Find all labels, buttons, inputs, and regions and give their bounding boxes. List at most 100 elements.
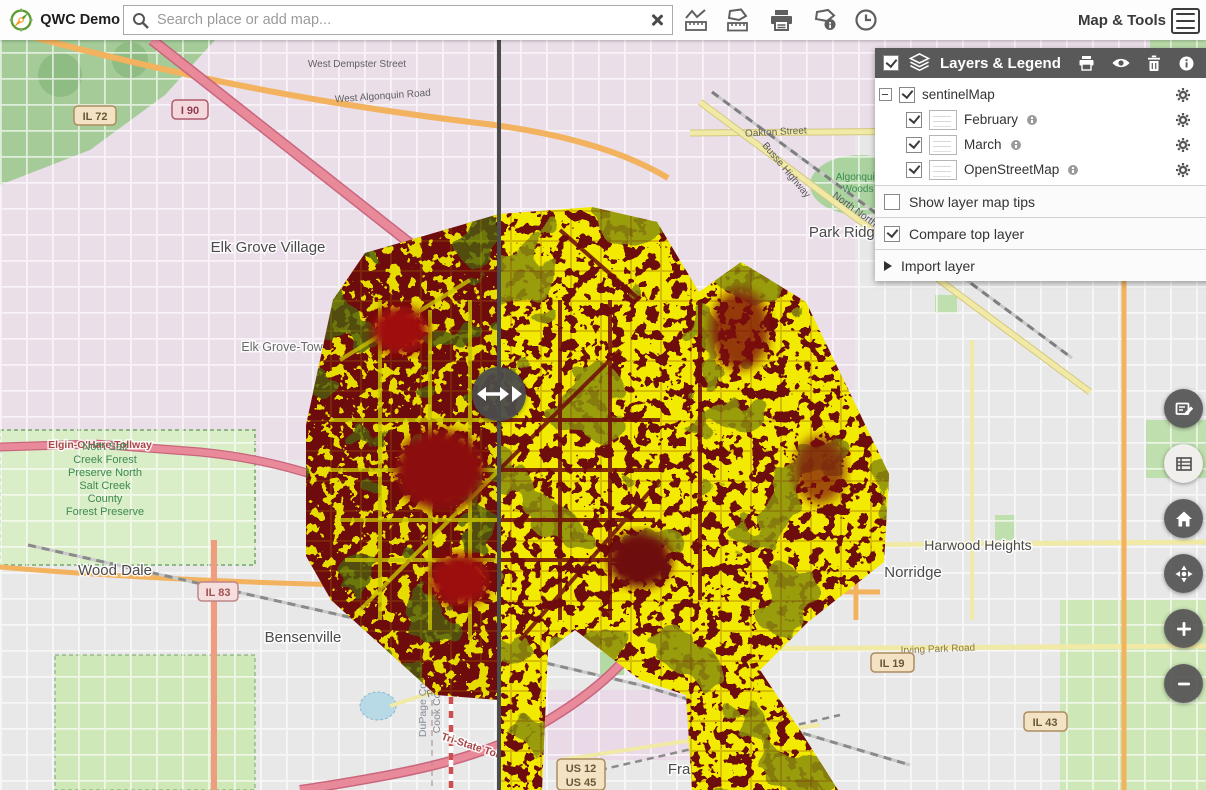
layer-info-icon[interactable]: [1027, 115, 1037, 125]
redlining-button[interactable]: [1164, 389, 1203, 428]
layers-panel: Layers & Legend: [875, 48, 1206, 281]
gear-icon: [1176, 163, 1190, 177]
home-icon: [1174, 509, 1194, 529]
compare-slider-handle[interactable]: [472, 367, 526, 421]
map-label-dempster: West Dempster Street: [308, 59, 406, 70]
qwc-app: Schiller Park West Dempster Street West …: [0, 0, 1206, 790]
zoom-out-button[interactable]: [1164, 664, 1203, 703]
measure-icon: [684, 8, 708, 32]
panel-info-button[interactable]: [1179, 56, 1194, 71]
layer-settings-button[interactable]: [1176, 138, 1190, 152]
maptips-label: Show layer map tips: [909, 194, 1035, 210]
layer-info-icon[interactable]: [1011, 140, 1021, 150]
print-tool-button[interactable]: [763, 3, 799, 37]
road-badge-i90: I 90: [172, 100, 208, 119]
map-and-tools-label: Map & Tools: [1078, 0, 1166, 40]
plus-icon: [1174, 619, 1194, 639]
layer-row-sentinelmap[interactable]: sentinelMap: [875, 82, 1206, 107]
clock-icon: [854, 8, 878, 32]
svg-text:IL 83: IL 83: [206, 587, 231, 599]
compare-arrows-icon: [472, 367, 526, 421]
layer-settings-button[interactable]: [1176, 88, 1190, 102]
measure-area-icon: [725, 8, 749, 32]
svg-text:Noth Salt: Noth Salt: [82, 441, 127, 453]
gear-icon: [1176, 113, 1190, 127]
road-badge-il72: IL 72: [74, 106, 116, 125]
eye-icon: [1111, 56, 1131, 70]
map-label-bensenville: Bensenville: [265, 629, 342, 646]
layer-label-openstreetmap: OpenStreetMap: [964, 162, 1059, 177]
maptips-option[interactable]: Show layer map tips: [875, 185, 1206, 217]
import-layer-label: Import layer: [901, 258, 975, 274]
compare-checkbox[interactable]: [884, 226, 900, 242]
maptips-checkbox[interactable]: [884, 194, 900, 210]
layer-checkbox-february[interactable]: [906, 112, 922, 128]
print-legend-icon: [1078, 55, 1095, 71]
layertree-icon: [1174, 454, 1194, 474]
panel-remove-all-button[interactable]: [1147, 55, 1161, 71]
layers-icon: [908, 53, 931, 73]
minus-icon: [1174, 674, 1194, 694]
layer-row-march[interactable]: March: [875, 132, 1206, 157]
compass-logo-icon: [8, 2, 34, 38]
layers-panel-title: Layers & Legend: [940, 55, 1061, 72]
compare-label: Compare top layer: [909, 226, 1024, 242]
identify-region-icon: [813, 8, 839, 32]
compare-option[interactable]: Compare top layer: [875, 217, 1206, 249]
layer-checkbox-openstreetmap[interactable]: [906, 162, 922, 178]
layertree-toggle-button[interactable]: [1164, 444, 1203, 483]
trash-icon: [1147, 55, 1161, 71]
search-icon: [132, 12, 149, 29]
menu-button[interactable]: [1171, 8, 1200, 34]
road-badge-il83: IL 83: [198, 582, 238, 601]
map-label-algonquin-woods-2: Woods: [843, 184, 874, 195]
search-clear-icon[interactable]: [650, 13, 664, 27]
draw-icon: [1174, 399, 1194, 419]
layer-label-march: March: [964, 137, 1002, 152]
geolocate-icon: [1174, 564, 1194, 584]
app-header: QWC Demo: [0, 0, 1206, 40]
import-layer-row[interactable]: Import layer: [875, 249, 1206, 281]
info-icon: [1179, 56, 1194, 71]
home-button[interactable]: [1164, 499, 1203, 538]
timemanager-tool-button[interactable]: [848, 3, 884, 37]
layer-settings-button[interactable]: [1176, 113, 1190, 127]
layers-master-checkbox[interactable]: [883, 55, 899, 71]
svg-text:I 90: I 90: [181, 105, 199, 117]
panel-print-legend-button[interactable]: [1078, 55, 1095, 71]
map-label-wood-dale: Wood Dale: [78, 562, 152, 579]
zoom-in-button[interactable]: [1164, 609, 1203, 648]
expand-arrow-icon[interactable]: [884, 261, 892, 271]
search-box: [123, 5, 673, 35]
gear-icon: [1176, 88, 1190, 102]
app-logo: QWC Demo: [0, 2, 120, 38]
layer-settings-button[interactable]: [1176, 163, 1190, 177]
geolocate-button[interactable]: [1164, 554, 1203, 593]
svg-text:Forest Preserve: Forest Preserve: [66, 506, 144, 518]
svg-text:IL 43: IL 43: [1033, 717, 1058, 729]
layer-info-icon[interactable]: [1068, 165, 1078, 175]
layer-row-february[interactable]: February: [875, 107, 1206, 132]
svg-text:County: County: [88, 493, 123, 505]
map-label-elk-grove-village: Elk Grove Village: [211, 239, 326, 256]
map-label-park-ridge: Park Ridge: [809, 224, 883, 241]
layer-legend-thumbnail: [929, 135, 957, 155]
svg-text:IL 72: IL 72: [83, 111, 108, 123]
measure-tool-button[interactable]: [678, 3, 714, 37]
svg-text:Salt Creek: Salt Creek: [79, 480, 131, 492]
search-input[interactable]: [155, 11, 642, 29]
layer-legend-thumbnail: [929, 160, 957, 180]
identify-region-tool-button[interactable]: [808, 3, 844, 37]
layer-row-openstreetmap[interactable]: OpenStreetMap: [875, 157, 1206, 182]
svg-text:IL 19: IL 19: [880, 658, 905, 670]
tree-collapse-toggle[interactable]: [879, 88, 892, 101]
layer-tree: sentinelMap: [875, 78, 1206, 185]
svg-text:Preserve North: Preserve North: [68, 467, 142, 479]
layer-label-february: February: [964, 112, 1018, 127]
layer-checkbox-march[interactable]: [906, 137, 922, 153]
layer-legend-thumbnail: [929, 110, 957, 130]
svg-text:US 12: US 12: [566, 763, 597, 775]
layer-checkbox-sentinelmap[interactable]: [899, 87, 915, 103]
measure-area-tool-button[interactable]: [719, 3, 755, 37]
panel-visibility-button[interactable]: [1111, 56, 1131, 70]
